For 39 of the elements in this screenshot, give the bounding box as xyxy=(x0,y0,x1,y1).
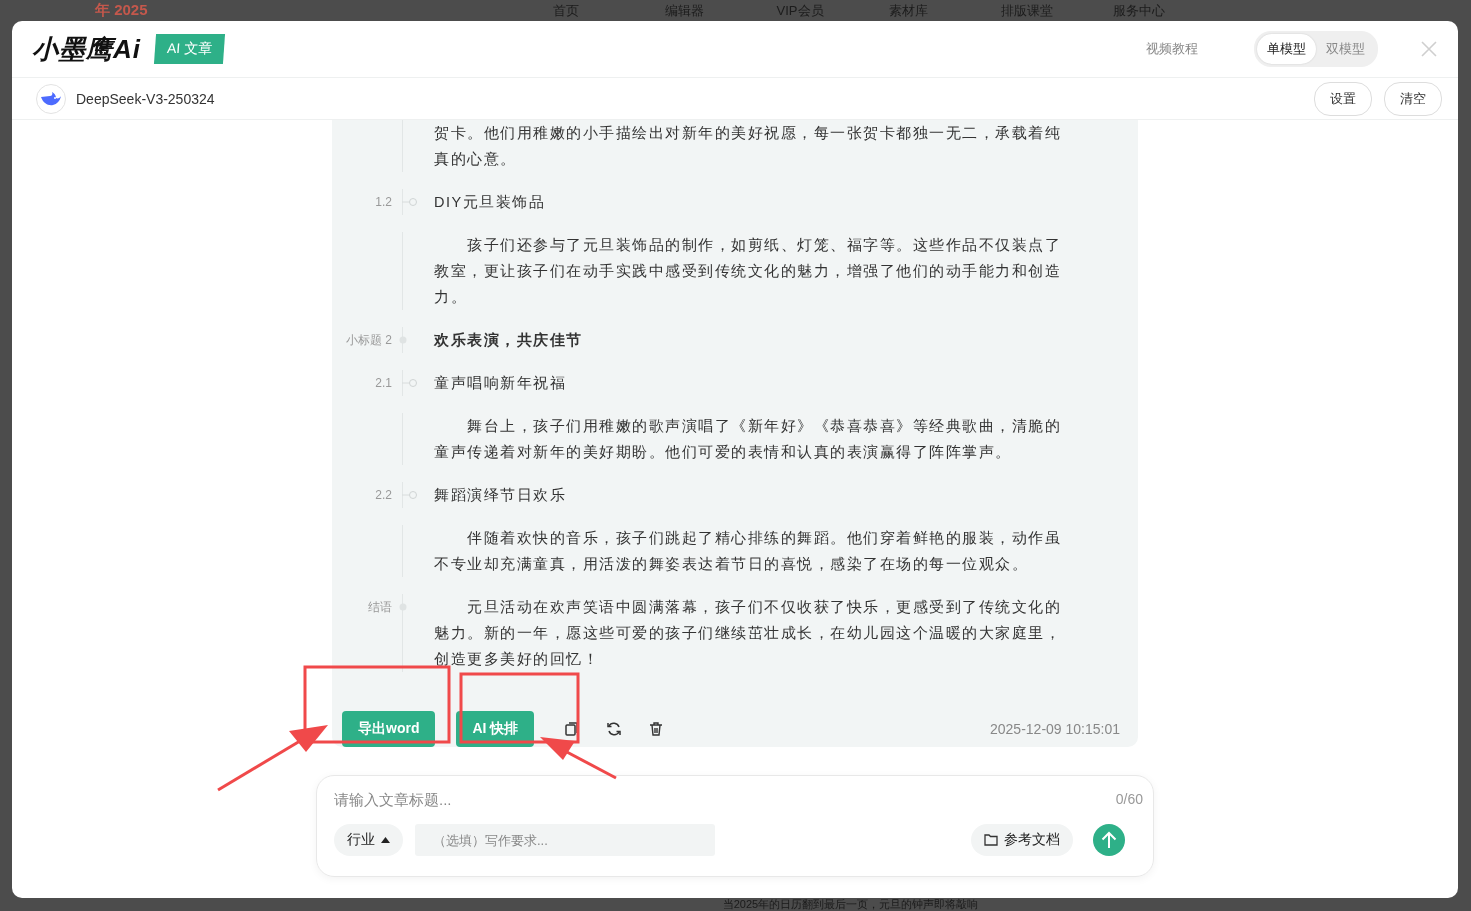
site-logo-text: 年 2025 xyxy=(95,1,148,20)
caret-icon xyxy=(381,837,390,843)
outline-label: 2.1 xyxy=(375,376,392,390)
app-logo: 小墨鹰Ai xyxy=(32,32,141,66)
requirement-input[interactable]: （选填）写作要求... xyxy=(415,824,715,856)
delete-button[interactable] xyxy=(648,721,665,737)
outline-label: 小标题 2 xyxy=(346,333,392,347)
paragraph: 伴随着欢快的音乐，孩子们跳起了精心排练的舞蹈。他们穿着鲜艳的服装，动作虽不专业却充满童真，用活泼的舞姿表达着节日的喜悦，感染了在场的每一位观众。 xyxy=(434,529,1063,574)
arrow-up-icon xyxy=(1101,831,1117,849)
char-count: 0/60 xyxy=(1115,791,1143,807)
tutorial-link[interactable]: 视频教程 xyxy=(1146,40,1198,58)
outline-label: 2.2 xyxy=(375,488,392,502)
toolbar-button[interactable]: 设置 xyxy=(1314,81,1372,116)
timestamp: 2025-12-09 10:15:01 xyxy=(990,721,1120,737)
mode-badge: AI 文章 xyxy=(153,34,226,64)
subtitle-heading: 欢乐表演，共庆佳节 xyxy=(434,331,584,350)
regenerate-button[interactable] xyxy=(606,721,623,737)
outline-label: 1.2 xyxy=(375,195,392,209)
toolbar-button[interactable]: 清空 xyxy=(1384,81,1442,116)
outline-label: 结语 xyxy=(368,600,392,614)
paragraph: 舞台上，孩子们用稚嫩的歌声演唱了《新年好》《恭喜恭喜》等经典歌曲，清脆的童声传递着对新年的美好期盼。他们可爱的表情和认真的表演赢得了阵阵掌声。 xyxy=(434,417,1063,462)
send-button[interactable] xyxy=(1093,824,1125,856)
paragraph: 贺卡。他们用稚嫩的小手描绘出对新年的美好祝愿，每一张贺卡都独一无二，承载着纯真的心意。 xyxy=(434,124,1062,169)
section-heading: 舞蹈演绎节日欢乐 xyxy=(434,486,567,505)
section-heading: 童声唱响新年祝福 xyxy=(434,374,567,393)
section-heading: DIY元旦装饰品 xyxy=(434,193,547,212)
mode-tab[interactable]: 单模型 xyxy=(1257,34,1316,64)
industry-dropdown[interactable]: 行业 xyxy=(334,824,403,856)
whale-icon xyxy=(40,90,62,107)
paragraph: 孩子们还参与了元旦装饰品的制作，如剪纸、灯笼、福字等。这些作品不仅装点了教室，更让孩子们在动手实践中感受到传统文化的魅力，增强了他们的动手能力和创造力。 xyxy=(434,236,1063,307)
paragraph: 元旦活动在欢声笑语中圆满落幕，孩子们不仅收获了快乐，更感受到了传统文化的魅力。新的一年，愿这些可爱的孩子们继续茁壮成长，在幼儿园这个温暖的大家庭里，创造更多美好的回忆！ xyxy=(434,598,1063,669)
title-input[interactable]: 请输入文章标题... xyxy=(334,786,1116,812)
folder-icon xyxy=(984,834,998,846)
mode-tab[interactable]: 双模型 xyxy=(1316,34,1375,64)
trash-icon xyxy=(648,721,665,737)
reference-docs-button[interactable]: 参考文档 xyxy=(971,824,1073,856)
close-icon xyxy=(1420,40,1438,58)
refresh-icon xyxy=(606,721,623,737)
model-name: DeepSeek-V3-250324 xyxy=(76,90,215,107)
